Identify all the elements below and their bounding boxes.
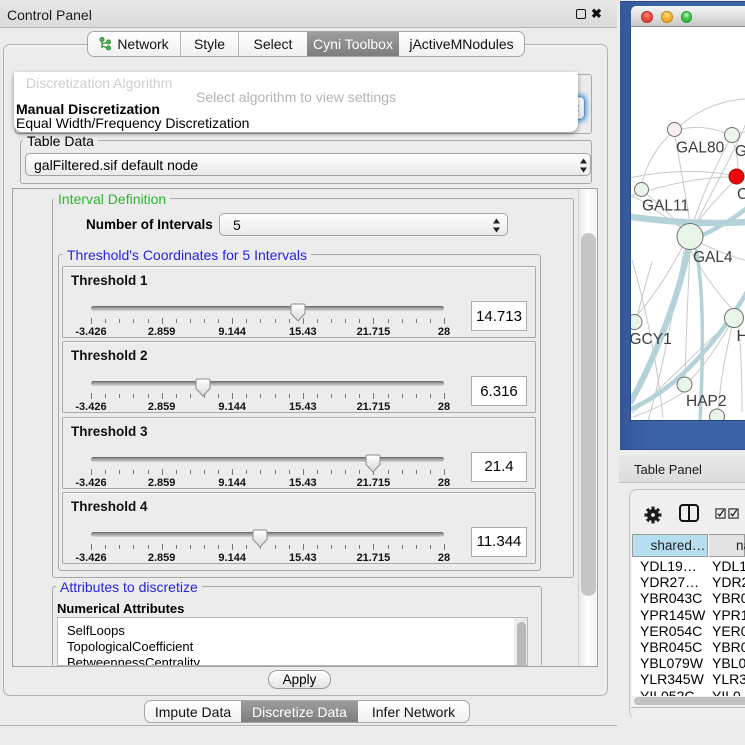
svg-text:GA: GA [735,143,745,160]
svg-text:C: C [737,186,745,203]
svg-text:GAL80: GAL80 [676,140,725,157]
svg-text:GAL4: GAL4 [693,249,733,266]
svg-text:HI: HI [737,328,745,345]
svg-text:GAL11: GAL11 [642,198,689,215]
svg-text:GCY1: GCY1 [631,331,672,348]
svg-text:HAP2: HAP2 [686,393,727,410]
